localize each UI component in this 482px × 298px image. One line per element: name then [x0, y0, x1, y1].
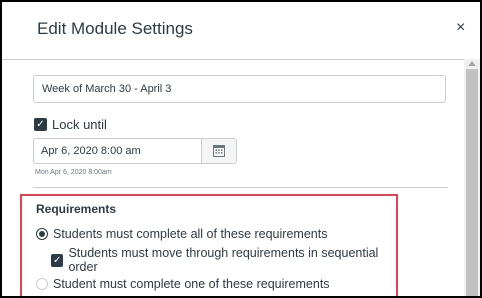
lock-until-row[interactable]: ✓ Lock until	[34, 115, 107, 133]
lock-date-hint: Mon Apr 6, 2020 8:00am	[35, 169, 112, 176]
radio-complete-all-row[interactable]: Students must complete all of these requ…	[36, 225, 327, 243]
calendar-icon	[213, 145, 225, 157]
radio-complete-one[interactable]	[36, 278, 48, 290]
sequential-order-row[interactable]: ✓ Students must move through requirement…	[51, 246, 396, 274]
scrollbar-thumb[interactable]	[466, 69, 478, 296]
requirements-heading: Requirements	[36, 202, 117, 216]
radio-complete-one-label: Student must complete one of these requi…	[53, 277, 330, 291]
calendar-button[interactable]	[201, 138, 237, 164]
section-divider	[33, 187, 448, 188]
scroll-up-arrow-icon[interactable]	[468, 61, 476, 66]
sequential-order-label: Students must move through requirements …	[68, 246, 379, 274]
radio-complete-one-row[interactable]: Student must complete one of these requi…	[36, 275, 330, 293]
dialog-title: Edit Module Settings	[37, 19, 193, 38]
lock-until-checkbox[interactable]: ✓	[34, 117, 47, 131]
lock-date-input[interactable]: Apr 6, 2020 8:00 am	[33, 138, 201, 164]
radio-complete-all[interactable]	[36, 228, 48, 240]
lock-until-label: Lock until	[52, 116, 107, 132]
edit-module-dialog: Edit Module Settings × Week of March 30 …	[0, 0, 482, 298]
sequential-order-checkbox[interactable]: ✓	[51, 253, 64, 267]
requirements-section: Requirements Students must complete all …	[20, 194, 398, 296]
radio-complete-all-label: Students must complete all of these requ…	[53, 227, 328, 241]
module-name-input[interactable]: Week of March 30 - April 3	[33, 75, 446, 103]
scrollbar[interactable]	[464, 59, 480, 296]
dialog-header: Edit Module Settings ×	[2, 2, 480, 60]
close-icon[interactable]: ×	[456, 19, 465, 37]
